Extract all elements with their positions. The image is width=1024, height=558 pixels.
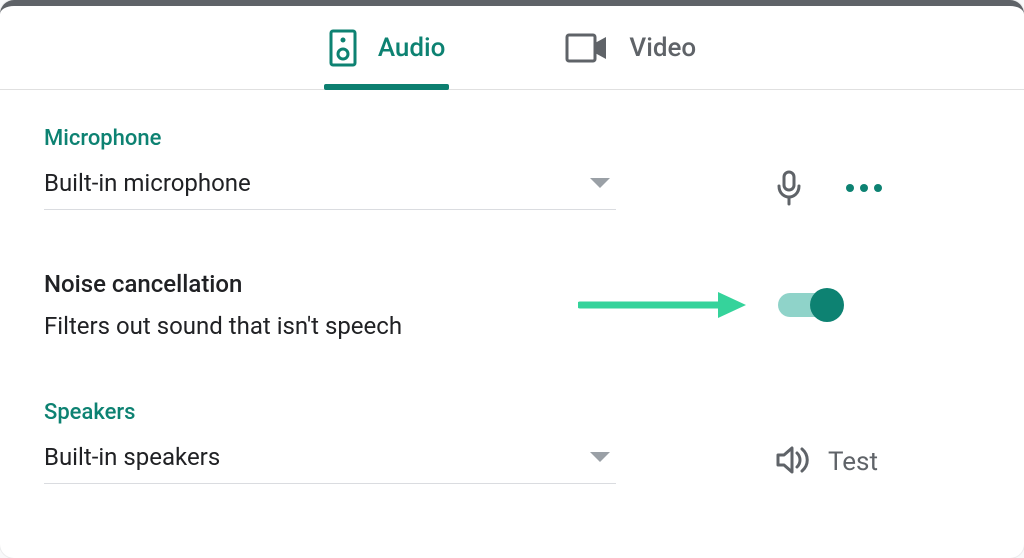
more-options-button[interactable] [846, 184, 882, 192]
speakers-dropdown[interactable]: Built-in speakers [44, 439, 616, 484]
volume-icon [776, 445, 810, 479]
tab-video-label: Video [629, 33, 696, 63]
test-speakers-button[interactable]: Test [776, 445, 878, 479]
arrow-right-icon [578, 290, 748, 320]
video-camera-icon [565, 33, 609, 63]
chevron-down-icon [590, 452, 610, 462]
microphone-selected: Built-in microphone [44, 169, 251, 197]
noise-cancellation-description: Filters out sound that isn't speech [44, 312, 402, 340]
microphone-section: Microphone Built-in microphone [44, 126, 980, 210]
chevron-down-icon [590, 178, 610, 188]
microphone-heading: Microphone [44, 126, 980, 151]
microphone-dropdown[interactable]: Built-in microphone [44, 165, 616, 210]
microphone-icon[interactable] [776, 170, 802, 206]
content: Microphone Built-in microphone [0, 90, 1024, 484]
noise-cancellation-toggle[interactable] [778, 293, 840, 317]
speakers-heading: Speakers [44, 400, 980, 425]
speakers-selected: Built-in speakers [44, 443, 220, 471]
tab-audio[interactable]: Audio [328, 6, 446, 89]
settings-panel: Audio Video Microphone Built-in micropho… [0, 0, 1024, 558]
tab-audio-label: Audio [378, 33, 446, 63]
tab-video[interactable]: Video [565, 6, 696, 89]
test-label: Test [828, 447, 878, 477]
noise-cancellation-section: Noise cancellation Filters out sound tha… [44, 270, 980, 340]
speakers-section: Speakers Built-in speakers Test [44, 400, 980, 484]
toggle-knob [810, 288, 844, 322]
noise-cancellation-title: Noise cancellation [44, 270, 402, 298]
tab-bar: Audio Video [0, 6, 1024, 90]
speaker-icon [328, 28, 358, 68]
more-horizontal-icon [846, 184, 882, 192]
